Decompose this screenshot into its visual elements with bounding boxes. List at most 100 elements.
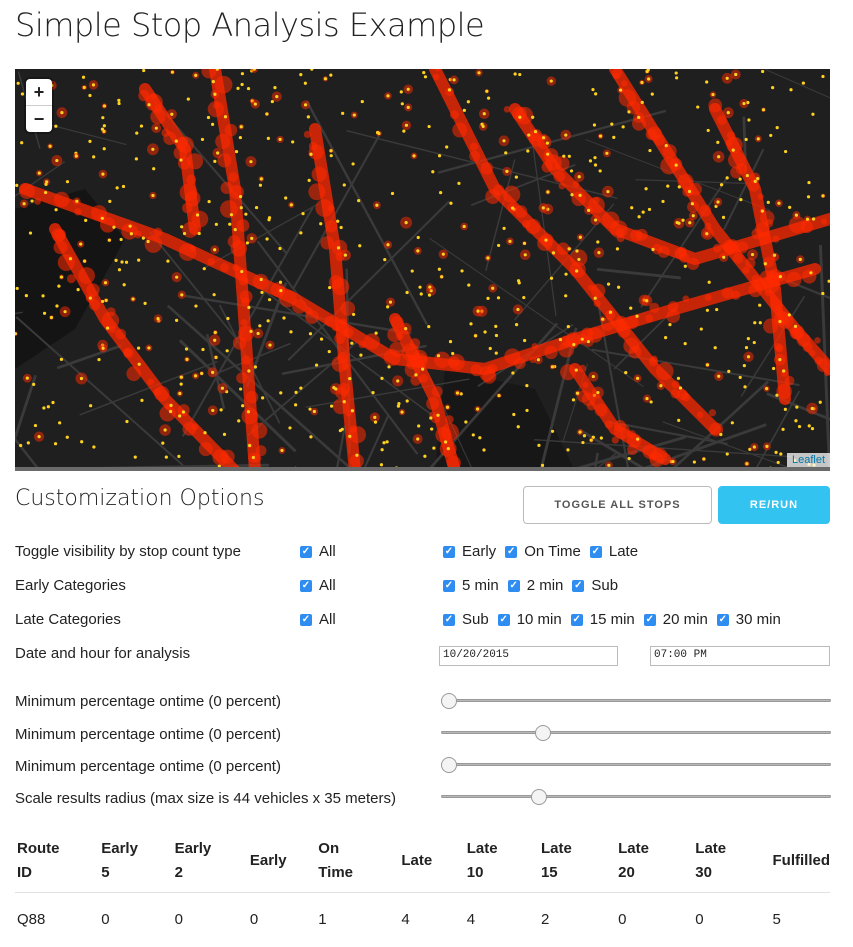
late-10min-checkbox[interactable]: ✓ 10 min bbox=[497, 611, 562, 628]
stop-marker bbox=[156, 316, 160, 321]
slider-thumb[interactable] bbox=[441, 693, 457, 709]
stop-marker bbox=[214, 355, 218, 359]
stop-marker bbox=[79, 376, 84, 381]
early-all[interactable]: ✓ All bbox=[300, 577, 336, 594]
late-30min-checkbox[interactable]: ✓ 30 min bbox=[716, 611, 781, 628]
checkbox-checked-icon[interactable]: ✓ bbox=[497, 613, 510, 626]
checkbox-checked-icon[interactable]: ✓ bbox=[716, 613, 729, 626]
header-line: 10 bbox=[466, 864, 484, 881]
stop-marker bbox=[396, 379, 400, 383]
stop-marker bbox=[558, 337, 563, 342]
radius-scale-slider[interactable] bbox=[441, 789, 831, 805]
slider-track[interactable] bbox=[441, 731, 831, 734]
stop-marker bbox=[746, 337, 750, 341]
heat-marker bbox=[704, 293, 712, 301]
stop-marker bbox=[194, 374, 198, 378]
stop-marker bbox=[605, 151, 609, 155]
stop-marker bbox=[237, 419, 241, 423]
ontime-slider-3[interactable] bbox=[441, 757, 831, 773]
table-row: Q88 0 0 0 1 4 4 2 0 0 5 bbox=[15, 892, 830, 945]
checkbox-checked-icon[interactable]: ✓ bbox=[443, 545, 455, 558]
checkbox-checked-icon[interactable]: ✓ bbox=[443, 579, 455, 592]
stop-marker bbox=[107, 238, 111, 242]
zoom-in-button[interactable]: + bbox=[26, 79, 52, 105]
heat-marker bbox=[487, 363, 498, 374]
stop-marker bbox=[197, 231, 201, 236]
stop-marker bbox=[617, 285, 621, 289]
early-all-label: All bbox=[319, 577, 336, 594]
heat-marker bbox=[133, 230, 142, 239]
heat-marker bbox=[682, 295, 690, 302]
stop-marker bbox=[20, 92, 25, 96]
stop-marker bbox=[248, 443, 252, 448]
header-line: ID bbox=[17, 864, 32, 881]
visibility-early-checkbox[interactable]: ✓ Early bbox=[443, 543, 496, 560]
heat-marker bbox=[404, 361, 421, 378]
checkbox-checked-icon[interactable]: ✓ bbox=[300, 613, 312, 626]
slider-track[interactable] bbox=[441, 795, 831, 798]
stop-marker bbox=[203, 431, 207, 435]
stop-marker bbox=[186, 97, 190, 101]
stop-marker bbox=[417, 424, 421, 428]
checkbox-label: Early bbox=[462, 543, 497, 560]
date-hour-label: Date and hour for analysis bbox=[15, 645, 191, 662]
visibility-late-checkbox[interactable]: ✓ Late bbox=[589, 543, 638, 560]
stop-marker bbox=[373, 420, 378, 424]
early-5min-checkbox[interactable]: ✓ 5 min bbox=[443, 577, 499, 594]
date-input[interactable]: 10/20/2015 bbox=[439, 646, 618, 666]
slider-thumb[interactable] bbox=[535, 725, 551, 741]
ontime-slider-1[interactable] bbox=[441, 693, 831, 709]
stop-marker bbox=[592, 123, 597, 127]
heat-marker bbox=[228, 172, 238, 182]
late-20min-checkbox[interactable]: ✓ 20 min bbox=[643, 611, 708, 628]
stop-marker bbox=[522, 241, 527, 245]
checkbox-checked-icon[interactable]: ✓ bbox=[572, 579, 585, 592]
stop-marker bbox=[59, 275, 64, 279]
stop-marker bbox=[386, 305, 390, 309]
map-attribution-link[interactable]: Leaflet bbox=[786, 453, 830, 467]
stop-marker bbox=[765, 444, 769, 448]
time-input[interactable]: 07:00 PM bbox=[650, 646, 830, 666]
checkbox-checked-icon[interactable]: ✓ bbox=[589, 545, 602, 558]
zoom-out-button[interactable]: − bbox=[26, 105, 52, 132]
checkbox-checked-icon[interactable]: ✓ bbox=[443, 613, 455, 626]
visibility-ontime-checkbox[interactable]: ✓ On Time bbox=[505, 543, 581, 560]
stop-marker bbox=[104, 298, 108, 302]
late-15min-checkbox[interactable]: ✓ 15 min bbox=[570, 611, 635, 628]
slider-track[interactable] bbox=[441, 699, 831, 702]
checkbox-checked-icon[interactable]: ✓ bbox=[300, 579, 312, 592]
visibility-all[interactable]: ✓ All bbox=[300, 543, 336, 560]
stop-marker bbox=[115, 186, 119, 190]
checkbox-checked-icon[interactable]: ✓ bbox=[507, 579, 520, 592]
transit-map[interactable]: + − Leaflet bbox=[15, 69, 830, 471]
stop-marker bbox=[179, 158, 183, 162]
slider-track[interactable] bbox=[441, 763, 831, 766]
stop-marker bbox=[432, 446, 436, 450]
checkbox-checked-icon[interactable]: ✓ bbox=[570, 613, 583, 626]
map-heat-layer[interactable] bbox=[15, 69, 830, 471]
stop-marker bbox=[645, 396, 649, 401]
stop-marker bbox=[763, 262, 767, 266]
slider-thumb[interactable] bbox=[441, 757, 457, 773]
checkbox-checked-icon[interactable]: ✓ bbox=[643, 613, 656, 626]
stop-marker bbox=[32, 382, 36, 386]
slider-thumb[interactable] bbox=[531, 789, 548, 805]
stop-marker bbox=[44, 182, 48, 186]
stop-marker bbox=[213, 92, 217, 96]
late-all[interactable]: ✓ All bbox=[300, 611, 336, 628]
stop-marker bbox=[375, 203, 379, 207]
early-sub-checkbox[interactable]: ✓ Sub bbox=[572, 577, 618, 594]
heat-marker bbox=[292, 299, 307, 314]
checkbox-checked-icon[interactable]: ✓ bbox=[300, 545, 312, 558]
early-2min-checkbox[interactable]: ✓ 2 min bbox=[507, 577, 563, 594]
stop-marker bbox=[225, 349, 229, 353]
ontime-slider-2[interactable] bbox=[441, 725, 831, 741]
stop-marker bbox=[427, 124, 431, 129]
stop-marker bbox=[131, 297, 135, 301]
rerun-button[interactable]: RE/RUN bbox=[718, 486, 830, 524]
stop-marker bbox=[170, 112, 174, 116]
late-sub-checkbox[interactable]: ✓ Sub bbox=[443, 611, 489, 628]
stop-marker bbox=[240, 82, 244, 87]
toggle-all-stops-button[interactable]: TOGGLE ALL STOPS bbox=[523, 486, 712, 524]
checkbox-checked-icon[interactable]: ✓ bbox=[505, 545, 518, 558]
